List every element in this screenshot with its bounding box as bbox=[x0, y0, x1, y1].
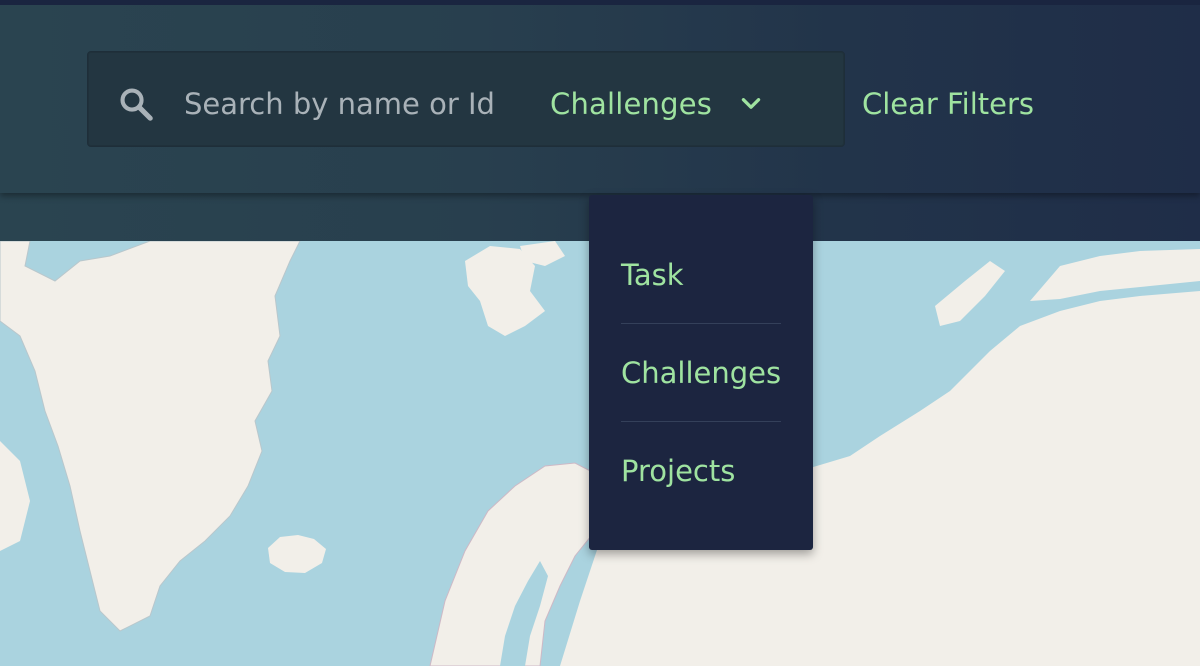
dropdown-divider bbox=[621, 323, 781, 324]
clear-filters-link[interactable]: Clear Filters bbox=[862, 77, 1034, 131]
chevron-down-icon bbox=[741, 98, 761, 109]
search-type-dropdown[interactable]: Challenges bbox=[550, 77, 764, 131]
search-type-label: Challenges bbox=[550, 87, 713, 121]
dropdown-item-challenges[interactable]: Challenges bbox=[621, 353, 781, 393]
dropdown-item-task[interactable]: Task bbox=[621, 255, 781, 295]
search-input[interactable] bbox=[184, 79, 504, 129]
dropdown-divider bbox=[621, 421, 781, 422]
search-header: Challenges Clear Filters bbox=[0, 5, 1200, 193]
dropdown-item-projects[interactable]: Projects bbox=[621, 451, 781, 491]
top-strip bbox=[0, 0, 1200, 5]
search-icon bbox=[120, 88, 153, 121]
page: Challenges Clear Filters Task Challenges… bbox=[0, 0, 1200, 666]
type-dropdown-menu: Task Challenges Projects bbox=[589, 195, 813, 550]
